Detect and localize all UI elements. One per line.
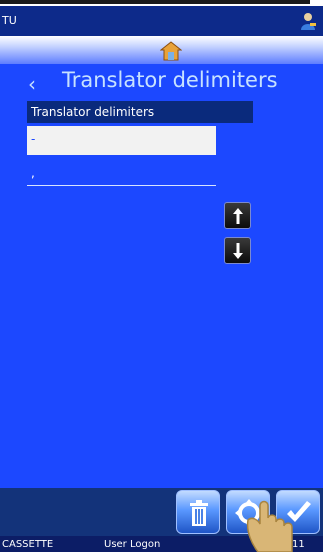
arrow-up-icon (233, 208, 243, 224)
back-chevron-icon[interactable]: ‹ (28, 72, 36, 96)
trash-icon (190, 500, 208, 526)
status-cassette: CASSETTE (2, 539, 54, 550)
list-item[interactable]: , (27, 162, 216, 186)
title-bar-text: TU (2, 14, 17, 27)
list-item-selected[interactable]: - (27, 126, 216, 155)
pointer-hand-icon (246, 500, 293, 552)
user-keys-icon[interactable] (299, 11, 317, 31)
status-user-logon[interactable]: User Logon (104, 539, 160, 550)
move-down-button[interactable] (224, 237, 251, 264)
title-bar: TU (0, 6, 323, 36)
move-up-button[interactable] (224, 202, 251, 229)
home-icon[interactable] (160, 41, 182, 61)
delete-button[interactable] (176, 490, 220, 534)
list-header: Translator delimiters (27, 101, 253, 123)
arrow-down-icon (233, 243, 243, 259)
page-title: Translator delimiters (62, 68, 278, 92)
home-bar (0, 36, 323, 64)
top-strip-bar (0, 0, 310, 4)
main-panel: ‹ Translator delimiters Translator delim… (0, 64, 323, 488)
